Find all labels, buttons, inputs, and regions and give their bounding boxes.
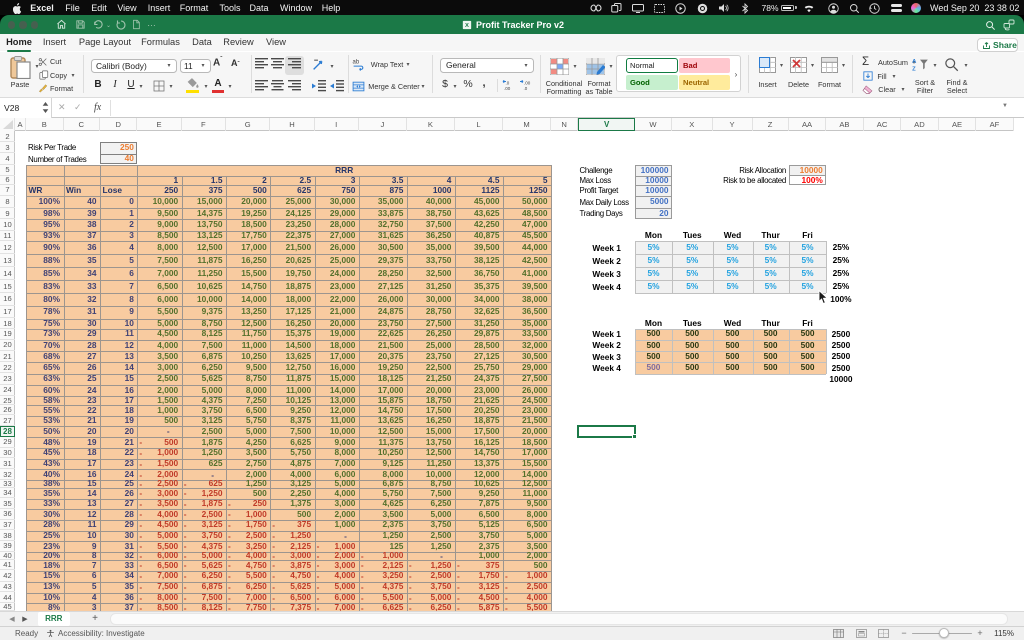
svg-text:A: A [912, 59, 917, 65]
svg-text:ab: ab [353, 59, 360, 65]
svg-text:X: X [465, 23, 469, 29]
svg-text:.0: .0 [524, 86, 528, 91]
svg-text:.0: .0 [506, 81, 510, 86]
svg-text:.00: .00 [504, 86, 511, 91]
svg-text:Z: Z [912, 67, 916, 72]
svg-text:.00: .00 [524, 81, 531, 86]
